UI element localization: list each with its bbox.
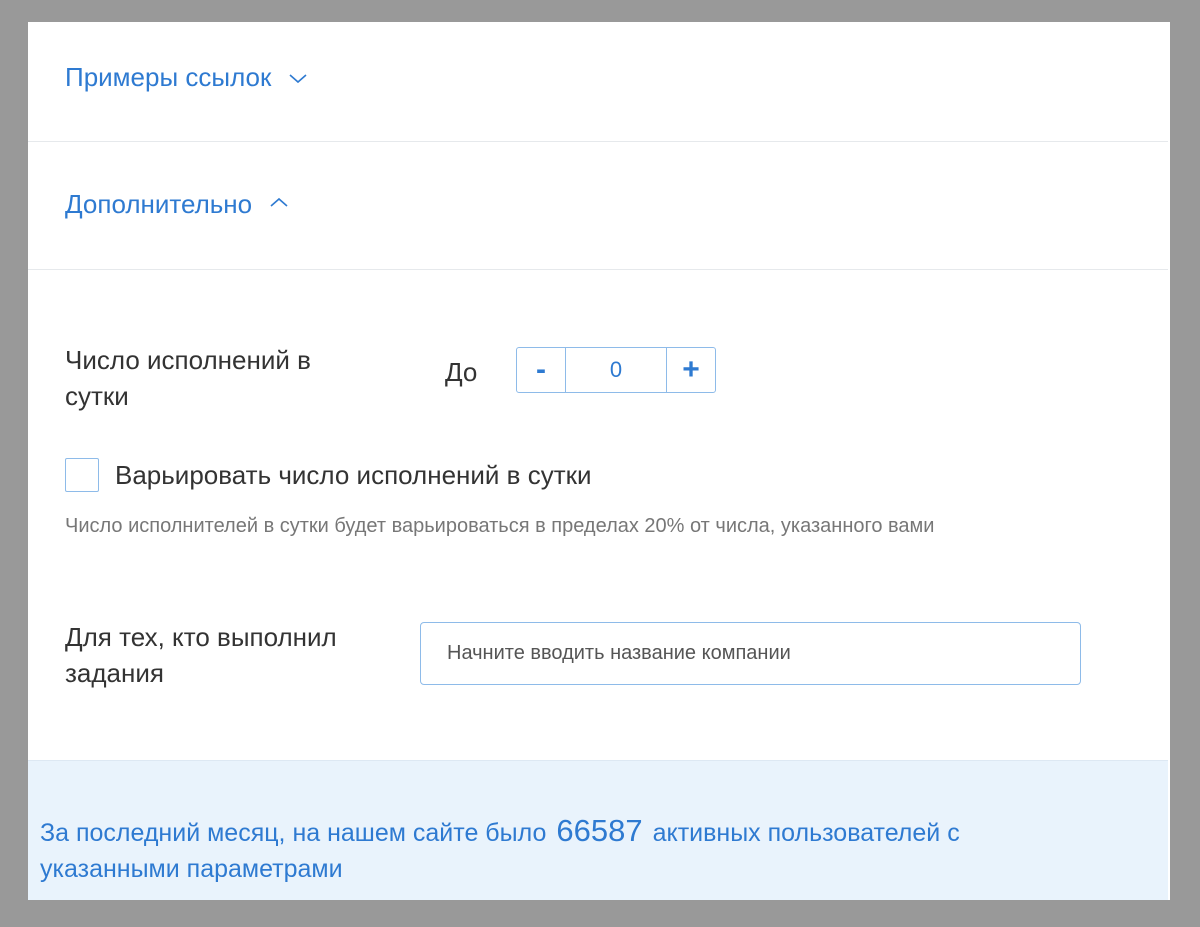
vary-checkbox-label[interactable]: Варьировать число исполнений в сутки	[115, 460, 592, 491]
chevron-up-icon	[270, 197, 288, 207]
chevron-down-icon	[289, 73, 307, 83]
active-users-footer: За последний месяц, на нашем сайте было 6…	[28, 760, 1168, 900]
additional-toggle[interactable]: Дополнительно	[65, 189, 290, 220]
additional-toggle-label: Дополнительно	[65, 189, 253, 219]
executions-stepper: - 0 +	[516, 347, 716, 393]
active-users-count: 66587	[556, 813, 643, 848]
completed-label-line1: Для тех, кто выполнил	[65, 622, 337, 652]
active-users-text-before: За последний месяц, на нашем сайте было	[40, 819, 547, 847]
vary-checkbox[interactable]	[65, 458, 99, 492]
examples-toggle-label: Примеры ссылок	[65, 62, 272, 92]
completed-label: Для тех, кто выполнил задания	[65, 619, 337, 691]
increment-button[interactable]: +	[667, 348, 715, 392]
executions-label-line1: Число исполнений в	[65, 345, 311, 375]
examples-section: Примеры ссылок	[28, 22, 1168, 142]
upto-label: До	[445, 357, 478, 387]
active-users-text: За последний месяц, на нашем сайте было 6…	[40, 813, 1040, 887]
completed-label-line2: задания	[65, 658, 164, 688]
executions-value[interactable]: 0	[565, 348, 667, 392]
additional-section: Дополнительно	[28, 141, 1168, 270]
executions-label: Число исполнений в сутки	[65, 342, 311, 414]
settings-panel: Примеры ссылок Дополнительно Число испол…	[28, 22, 1170, 900]
decrement-button[interactable]: -	[517, 348, 565, 392]
executions-label-line2: сутки	[65, 381, 129, 411]
vary-hint: Число исполнителей в сутки будет варьиро…	[65, 515, 935, 537]
company-search-input[interactable]	[420, 622, 1081, 685]
examples-toggle[interactable]: Примеры ссылок	[65, 62, 309, 93]
